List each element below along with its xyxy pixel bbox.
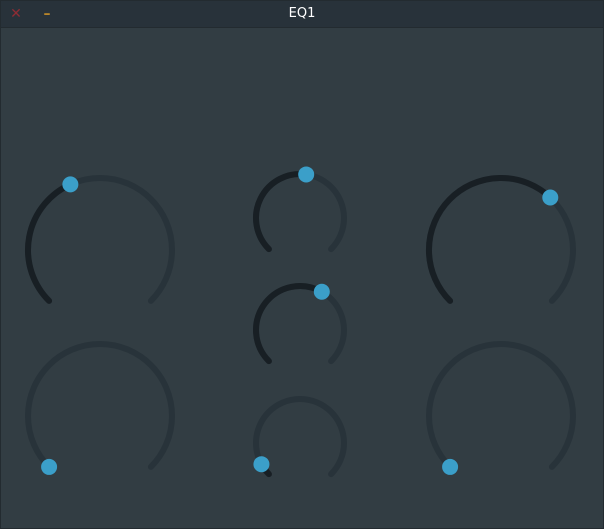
knob-center-top[interactable] (253, 166, 347, 253)
knob-handle[interactable] (253, 456, 270, 473)
knob-left-bottom[interactable] (25, 341, 175, 475)
knob-center-bottom[interactable] (253, 396, 347, 478)
knob-handle[interactable] (442, 458, 459, 475)
knob-panel (25, 166, 576, 478)
knob-right-bottom[interactable] (426, 341, 576, 475)
knob-right-top[interactable] (425, 174, 576, 304)
knob-handle[interactable] (313, 283, 330, 300)
eq-window: ✕ – EQ1 (0, 0, 604, 529)
knob-track (426, 341, 576, 470)
knob-handle[interactable] (41, 458, 58, 475)
knob-value-arc (253, 171, 310, 253)
knob-center-middle[interactable] (253, 283, 347, 365)
knob-track (25, 341, 175, 470)
knob-handle[interactable] (298, 166, 315, 183)
knob-handle[interactable] (62, 176, 79, 193)
knob-handle[interactable] (542, 189, 559, 206)
knob-value-arc (253, 283, 325, 365)
knob-left-top[interactable] (25, 175, 175, 304)
knob-value-arc (425, 174, 554, 304)
knob-value-arc (25, 181, 74, 304)
